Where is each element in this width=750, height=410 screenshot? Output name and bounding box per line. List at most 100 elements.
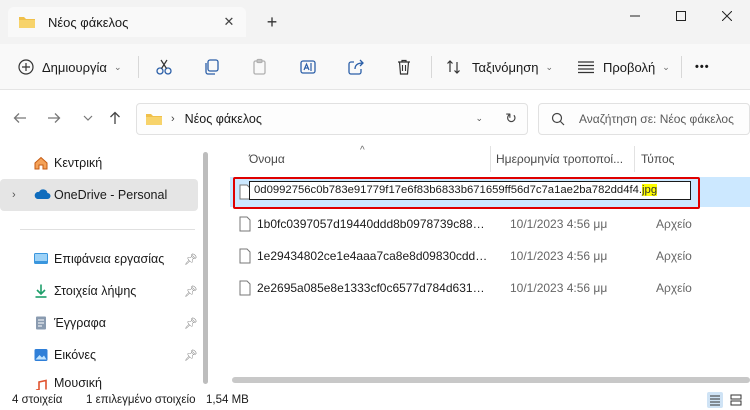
sort-button-label: Ταξινόμηση: [472, 59, 539, 75]
tab-close-icon[interactable]: ✕: [220, 13, 238, 31]
recent-locations-button[interactable]: [78, 108, 98, 128]
file-name: 1b0fc0397057d19440ddd8b0978739c8877...: [257, 217, 489, 231]
search-box[interactable]: Αναζήτηση σε: Νέος φάκελος: [538, 103, 750, 135]
sidebar-item-home[interactable]: Κεντρική: [0, 147, 198, 179]
sort-ascending-icon: ^: [360, 145, 365, 156]
sidebar-item-desktop[interactable]: Επιφάνεια εργασίας 📌︎: [0, 243, 198, 275]
rename-icon: [300, 60, 316, 74]
file-date: 10/1/2023 4:56 μμ: [510, 281, 608, 295]
sidebar-item-music[interactable]: Μουσική: [0, 371, 198, 390]
toolbar-divider: [431, 56, 432, 78]
tiles-view-button[interactable]: [728, 392, 744, 408]
details-view-button[interactable]: [707, 392, 723, 408]
new-tab-button[interactable]: +: [262, 12, 282, 32]
file-name: 2e2695a085e8e1333cf0c6577d784d631b0a...: [257, 281, 489, 295]
view-button-label: Προβολή: [603, 59, 656, 75]
address-dropdown-icon[interactable]: ⌄: [475, 113, 483, 124]
share-icon: [348, 59, 364, 75]
sidebar-scrollbar[interactable]: [203, 152, 208, 384]
sidebar-item-downloads[interactable]: Στοιχεία λήψης 📌︎: [0, 275, 198, 307]
table-row[interactable]: 1b0fc0397057d19440ddd8b0978739c8877... 1…: [230, 209, 750, 239]
maximize-icon: [676, 11, 686, 21]
delete-button[interactable]: [395, 52, 413, 82]
table-row[interactable]: 1e29434802ce1e4aaa7ca8e8d09830cdd33... 1…: [230, 241, 750, 271]
column-header-date[interactable]: Ημερομηνία τροποποί...: [496, 152, 623, 166]
paste-button[interactable]: [251, 52, 269, 82]
download-icon: [35, 284, 47, 298]
sidebar-item-label: Επιφάνεια εργασίας: [54, 252, 165, 266]
pin-icon[interactable]: 📌︎: [184, 285, 198, 298]
refresh-icon[interactable]: ↻: [505, 110, 517, 127]
sidebar-item-label: Μουσική: [54, 376, 102, 390]
sidebar-item-label: Έγγραφα: [54, 316, 106, 330]
status-item-count: 4 στοιχεία: [12, 394, 63, 406]
close-window-button[interactable]: [704, 0, 750, 32]
maximize-button[interactable]: [658, 0, 704, 32]
minimize-button[interactable]: [612, 0, 658, 32]
search-input[interactable]: Αναζήτηση σε: Νέος φάκελος: [579, 112, 734, 126]
pictures-icon: [34, 349, 48, 361]
sidebar-item-onedrive[interactable]: › OneDrive - Personal: [0, 179, 198, 211]
file-icon: [239, 216, 251, 232]
command-bar: Δημιουργία ⌄ Ταξινόμηση ⌄ Προβολή ⌄ •••: [0, 44, 750, 90]
sidebar-divider: [20, 229, 195, 230]
chevron-down-icon: ⌄: [662, 61, 670, 72]
status-bar: 4 στοιχεία 1 επιλεγμένο στοιχείο 1,54 MB: [0, 390, 750, 410]
plus-circle-icon: [18, 59, 34, 75]
column-header-name[interactable]: Όνομα: [249, 152, 285, 166]
address-bar[interactable]: › Νέος φάκελος ⌄ ↻: [136, 103, 528, 135]
folder-icon: [19, 17, 35, 28]
home-icon: [34, 156, 48, 170]
pin-icon[interactable]: 📌︎: [184, 253, 198, 266]
onedrive-cloud-icon: [34, 189, 51, 199]
sidebar-item-pictures[interactable]: Εικόνες 📌︎: [0, 339, 198, 371]
title-bar: Νέος φάκελος ✕ +: [0, 0, 750, 44]
search-icon: [551, 112, 565, 126]
sidebar-item-label: Κεντρική: [54, 156, 103, 170]
table-row[interactable]: 2e2695a085e8e1333cf0c6577d784d631b0a... …: [230, 273, 750, 303]
back-button[interactable]: [10, 108, 30, 128]
folder-icon: [146, 114, 162, 125]
chevron-right-icon[interactable]: ›: [12, 189, 16, 201]
tab-title: Νέος φάκελος: [48, 14, 129, 30]
trash-icon: [398, 59, 410, 75]
rename-button[interactable]: [299, 52, 317, 82]
column-divider[interactable]: [634, 146, 635, 172]
file-type: Αρχείο: [656, 217, 692, 231]
share-button[interactable]: [347, 52, 365, 82]
toolbar-divider: [138, 56, 139, 78]
status-selected: 1 επιλεγμένο στοιχείο: [86, 394, 196, 406]
chevron-down-icon: [83, 115, 93, 121]
chevron-down-icon: ⌄: [545, 61, 553, 72]
arrow-right-icon: [48, 113, 61, 123]
file-type: Αρχείο: [656, 281, 692, 295]
chevron-down-icon: ⌄: [113, 61, 122, 72]
navigation-bar: › Νέος φάκελος ⌄ ↻ Αναζήτηση σε: Νέος φά…: [0, 90, 750, 146]
pin-icon[interactable]: 📌︎: [184, 349, 198, 362]
file-icon: [239, 248, 251, 264]
column-divider[interactable]: [490, 146, 491, 172]
sidebar-item-label: Στοιχεία λήψης: [54, 284, 137, 298]
column-header-type[interactable]: Τύπος: [641, 152, 674, 166]
see-more-button[interactable]: •••: [695, 52, 710, 82]
desktop-icon: [34, 253, 48, 264]
file-date: 10/1/2023 4:56 μμ: [510, 249, 608, 263]
sidebar-item-documents[interactable]: Έγγραφα 📌︎: [0, 307, 198, 339]
music-icon: [35, 379, 47, 390]
pin-icon[interactable]: 📌︎: [184, 317, 198, 330]
sidebar-item-label: OneDrive - Personal: [54, 188, 168, 202]
documents-icon: [36, 316, 46, 330]
cut-button[interactable]: [155, 52, 173, 82]
forward-button[interactable]: [44, 108, 64, 128]
arrow-up-icon: [110, 111, 120, 124]
view-button[interactable]: Προβολή ⌄: [577, 52, 670, 82]
new-button[interactable]: Δημιουργία ⌄: [18, 52, 121, 82]
breadcrumb[interactable]: Νέος φάκελος: [185, 112, 262, 126]
tab-new-folder[interactable]: Νέος φάκελος ✕: [8, 7, 246, 37]
copy-button[interactable]: [203, 52, 221, 82]
up-button[interactable]: [105, 108, 125, 128]
horizontal-scrollbar[interactable]: [232, 377, 750, 383]
tiles-view-icon: [730, 394, 742, 406]
sort-button[interactable]: Ταξινόμηση ⌄: [446, 52, 553, 82]
navigation-pane: Κεντρική › OneDrive - Personal Επιφάνεια…: [0, 146, 215, 390]
